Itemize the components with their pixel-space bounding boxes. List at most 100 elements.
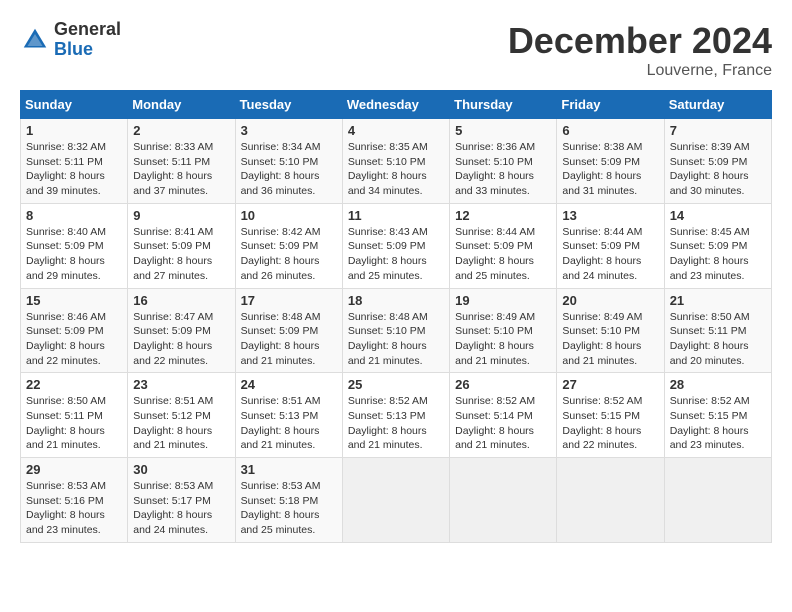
day-number: 4 [348,123,444,138]
calendar-cell: 15 Sunrise: 8:46 AMSunset: 5:09 PMDaylig… [21,288,128,373]
day-info: Sunrise: 8:35 AMSunset: 5:10 PMDaylight:… [348,140,444,199]
calendar-cell: 1 Sunrise: 8:32 AMSunset: 5:11 PMDayligh… [21,119,128,204]
logo-text: General Blue [54,20,121,60]
calendar-cell: 5 Sunrise: 8:36 AMSunset: 5:10 PMDayligh… [450,119,557,204]
day-number: 18 [348,293,444,308]
day-number: 12 [455,208,551,223]
weekday-header-sunday: Sunday [21,91,128,119]
weekday-header-monday: Monday [128,91,235,119]
week-row-5: 29 Sunrise: 8:53 AMSunset: 5:16 PMDaylig… [21,458,772,543]
day-number: 20 [562,293,658,308]
calendar-cell: 7 Sunrise: 8:39 AMSunset: 5:09 PMDayligh… [664,119,771,204]
day-info: Sunrise: 8:38 AMSunset: 5:09 PMDaylight:… [562,140,658,199]
day-info: Sunrise: 8:32 AMSunset: 5:11 PMDaylight:… [26,140,122,199]
calendar-cell: 21 Sunrise: 8:50 AMSunset: 5:11 PMDaylig… [664,288,771,373]
day-info: Sunrise: 8:46 AMSunset: 5:09 PMDaylight:… [26,310,122,369]
day-info: Sunrise: 8:53 AMSunset: 5:18 PMDaylight:… [241,479,337,538]
calendar-cell: 17 Sunrise: 8:48 AMSunset: 5:09 PMDaylig… [235,288,342,373]
day-number: 27 [562,377,658,392]
calendar-cell: 3 Sunrise: 8:34 AMSunset: 5:10 PMDayligh… [235,119,342,204]
day-number: 10 [241,208,337,223]
day-info: Sunrise: 8:51 AMSunset: 5:13 PMDaylight:… [241,394,337,453]
day-number: 29 [26,462,122,477]
day-number: 14 [670,208,766,223]
day-info: Sunrise: 8:52 AMSunset: 5:15 PMDaylight:… [670,394,766,453]
day-number: 24 [241,377,337,392]
day-info: Sunrise: 8:40 AMSunset: 5:09 PMDaylight:… [26,225,122,284]
calendar-cell: 6 Sunrise: 8:38 AMSunset: 5:09 PMDayligh… [557,119,664,204]
day-info: Sunrise: 8:34 AMSunset: 5:10 PMDaylight:… [241,140,337,199]
day-info: Sunrise: 8:51 AMSunset: 5:12 PMDaylight:… [133,394,229,453]
calendar-cell: 27 Sunrise: 8:52 AMSunset: 5:15 PMDaylig… [557,373,664,458]
logo-general-text: General [54,20,121,40]
month-title: December 2024 [508,20,772,62]
day-number: 31 [241,462,337,477]
calendar-cell: 29 Sunrise: 8:53 AMSunset: 5:16 PMDaylig… [21,458,128,543]
day-number: 15 [26,293,122,308]
calendar-cell: 30 Sunrise: 8:53 AMSunset: 5:17 PMDaylig… [128,458,235,543]
day-info: Sunrise: 8:45 AMSunset: 5:09 PMDaylight:… [670,225,766,284]
day-info: Sunrise: 8:43 AMSunset: 5:09 PMDaylight:… [348,225,444,284]
week-row-4: 22 Sunrise: 8:50 AMSunset: 5:11 PMDaylig… [21,373,772,458]
calendar-cell: 22 Sunrise: 8:50 AMSunset: 5:11 PMDaylig… [21,373,128,458]
day-info: Sunrise: 8:44 AMSunset: 5:09 PMDaylight:… [562,225,658,284]
weekday-header-wednesday: Wednesday [342,91,449,119]
calendar-cell: 28 Sunrise: 8:52 AMSunset: 5:15 PMDaylig… [664,373,771,458]
day-info: Sunrise: 8:41 AMSunset: 5:09 PMDaylight:… [133,225,229,284]
calendar-cell: 13 Sunrise: 8:44 AMSunset: 5:09 PMDaylig… [557,203,664,288]
week-row-2: 8 Sunrise: 8:40 AMSunset: 5:09 PMDayligh… [21,203,772,288]
day-number: 9 [133,208,229,223]
day-info: Sunrise: 8:53 AMSunset: 5:17 PMDaylight:… [133,479,229,538]
day-number: 16 [133,293,229,308]
day-info: Sunrise: 8:52 AMSunset: 5:14 PMDaylight:… [455,394,551,453]
calendar-cell: 31 Sunrise: 8:53 AMSunset: 5:18 PMDaylig… [235,458,342,543]
calendar-cell: 18 Sunrise: 8:48 AMSunset: 5:10 PMDaylig… [342,288,449,373]
calendar-cell: 11 Sunrise: 8:43 AMSunset: 5:09 PMDaylig… [342,203,449,288]
day-info: Sunrise: 8:48 AMSunset: 5:09 PMDaylight:… [241,310,337,369]
day-number: 5 [455,123,551,138]
calendar-cell: 12 Sunrise: 8:44 AMSunset: 5:09 PMDaylig… [450,203,557,288]
calendar-cell: 20 Sunrise: 8:49 AMSunset: 5:10 PMDaylig… [557,288,664,373]
day-info: Sunrise: 8:42 AMSunset: 5:09 PMDaylight:… [241,225,337,284]
calendar-cell: 23 Sunrise: 8:51 AMSunset: 5:12 PMDaylig… [128,373,235,458]
week-row-1: 1 Sunrise: 8:32 AMSunset: 5:11 PMDayligh… [21,119,772,204]
calendar-cell: 25 Sunrise: 8:52 AMSunset: 5:13 PMDaylig… [342,373,449,458]
day-info: Sunrise: 8:47 AMSunset: 5:09 PMDaylight:… [133,310,229,369]
day-info: Sunrise: 8:49 AMSunset: 5:10 PMDaylight:… [455,310,551,369]
day-number: 11 [348,208,444,223]
weekday-header-friday: Friday [557,91,664,119]
calendar-cell [342,458,449,543]
day-info: Sunrise: 8:33 AMSunset: 5:11 PMDaylight:… [133,140,229,199]
day-number: 3 [241,123,337,138]
day-info: Sunrise: 8:44 AMSunset: 5:09 PMDaylight:… [455,225,551,284]
day-info: Sunrise: 8:36 AMSunset: 5:10 PMDaylight:… [455,140,551,199]
day-number: 23 [133,377,229,392]
title-area: December 2024 Louverne, France [508,20,772,80]
calendar-cell: 4 Sunrise: 8:35 AMSunset: 5:10 PMDayligh… [342,119,449,204]
calendar-cell: 9 Sunrise: 8:41 AMSunset: 5:09 PMDayligh… [128,203,235,288]
day-number: 21 [670,293,766,308]
weekday-header-tuesday: Tuesday [235,91,342,119]
calendar-cell [664,458,771,543]
day-number: 6 [562,123,658,138]
day-info: Sunrise: 8:48 AMSunset: 5:10 PMDaylight:… [348,310,444,369]
week-row-3: 15 Sunrise: 8:46 AMSunset: 5:09 PMDaylig… [21,288,772,373]
calendar-cell: 16 Sunrise: 8:47 AMSunset: 5:09 PMDaylig… [128,288,235,373]
calendar-cell [450,458,557,543]
logo: General Blue [20,20,121,60]
day-number: 28 [670,377,766,392]
day-number: 26 [455,377,551,392]
day-number: 22 [26,377,122,392]
calendar-cell: 26 Sunrise: 8:52 AMSunset: 5:14 PMDaylig… [450,373,557,458]
day-number: 1 [26,123,122,138]
day-info: Sunrise: 8:39 AMSunset: 5:09 PMDaylight:… [670,140,766,199]
calendar-cell: 24 Sunrise: 8:51 AMSunset: 5:13 PMDaylig… [235,373,342,458]
day-number: 2 [133,123,229,138]
page-header: General Blue December 2024 Louverne, Fra… [20,20,772,80]
day-number: 8 [26,208,122,223]
day-info: Sunrise: 8:50 AMSunset: 5:11 PMDaylight:… [670,310,766,369]
calendar-cell: 8 Sunrise: 8:40 AMSunset: 5:09 PMDayligh… [21,203,128,288]
calendar-cell: 2 Sunrise: 8:33 AMSunset: 5:11 PMDayligh… [128,119,235,204]
day-number: 13 [562,208,658,223]
location: Louverne, France [508,62,772,80]
